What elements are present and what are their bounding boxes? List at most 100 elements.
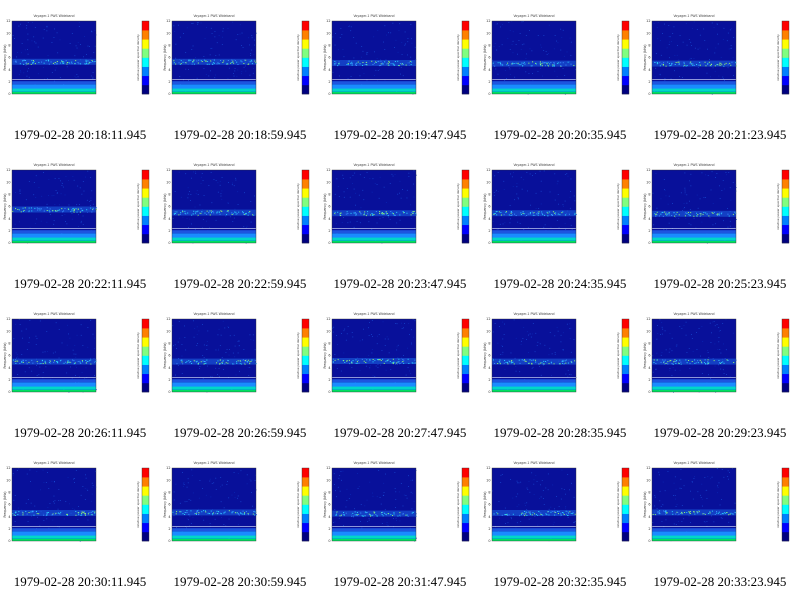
noise-speck	[216, 42, 218, 44]
noise-speck	[684, 189, 686, 191]
emission-point	[356, 512, 358, 513]
noise-speck	[570, 55, 572, 56]
y-tick-label: 0	[8, 390, 10, 394]
noise-speck	[407, 54, 408, 56]
noise-speck	[237, 191, 239, 193]
noise-speck	[380, 503, 382, 505]
noise-speck	[76, 47, 78, 49]
noise-speck	[36, 338, 38, 339]
noise-speck	[551, 353, 553, 355]
noise-speck	[12, 473, 14, 474]
emission-point	[193, 60, 195, 62]
emission-point	[66, 63, 68, 65]
emission-point	[365, 362, 367, 363]
colorbar-label: relative power spectral density	[616, 332, 620, 379]
emission-point	[180, 511, 182, 513]
noise-speck	[21, 330, 23, 332]
timestamp-caption: 1979-02-28 20:20:35.945	[493, 127, 627, 142]
emission-point	[532, 359, 534, 361]
emission-point	[513, 363, 515, 365]
noise-speck	[707, 48, 708, 50]
y-tick-label: 2	[488, 527, 490, 531]
noise-speck	[690, 41, 692, 43]
emission-point	[80, 211, 82, 213]
emission-point	[56, 61, 58, 62]
noise-speck	[334, 193, 336, 195]
noise-speck	[71, 218, 73, 220]
noise-speck	[520, 481, 522, 483]
noise-speck	[382, 321, 384, 323]
noise-speck	[227, 481, 228, 482]
emission-point	[332, 362, 334, 363]
noise-speck	[508, 22, 510, 23]
low-frequency-band	[492, 535, 576, 539]
noise-speck	[237, 473, 239, 474]
emission-point	[175, 513, 177, 515]
noise-speck	[360, 207, 362, 209]
emission-point	[196, 60, 198, 62]
emission-point	[202, 360, 204, 362]
low-frequency-band	[172, 389, 256, 392]
noise-speck	[227, 28, 229, 29]
emission-point	[356, 361, 358, 363]
low-frequency-band	[172, 538, 256, 541]
noise-speck	[231, 494, 233, 496]
emission-point	[68, 62, 70, 64]
emission-point	[369, 514, 371, 516]
timestamp-caption: 1979-02-28 20:19:47.945	[333, 127, 467, 142]
emission-point	[36, 513, 38, 515]
noise-speck	[241, 45, 242, 46]
noise-speck	[36, 218, 38, 220]
noise-speck	[666, 229, 668, 231]
noise-speck	[190, 499, 192, 501]
emission-point	[196, 510, 198, 512]
colorbar-segment	[142, 224, 149, 235]
emission-point	[197, 210, 199, 212]
noise-speck	[688, 348, 690, 349]
emission-point	[560, 65, 562, 67]
noise-speck	[368, 355, 370, 356]
emission-point	[92, 209, 94, 211]
emission-point	[347, 64, 349, 66]
noise-speck	[342, 470, 344, 472]
emission-point	[49, 362, 51, 364]
noise-speck	[362, 50, 364, 52]
emission-point	[554, 511, 556, 513]
colorbar-segment	[142, 364, 149, 375]
noise-speck	[674, 476, 676, 478]
noise-speck	[717, 485, 718, 487]
colorbar-segment	[622, 328, 629, 338]
noise-speck	[371, 334, 372, 335]
emission-point	[180, 359, 182, 361]
emission-point	[565, 64, 567, 66]
colorbar-segment	[622, 48, 629, 58]
emission-point	[57, 209, 59, 211]
noise-speck	[408, 486, 409, 487]
emission-point	[206, 213, 208, 215]
noise-speck	[94, 337, 95, 339]
noise-speck	[689, 200, 690, 202]
noise-speck	[59, 77, 61, 78]
y-tick-label: 8	[328, 44, 330, 48]
noise-speck	[174, 31, 176, 32]
emission-point	[31, 60, 33, 62]
noise-speck	[722, 39, 724, 40]
emission-point	[558, 511, 560, 512]
colorbar-segment	[782, 531, 789, 542]
noise-speck	[250, 339, 252, 340]
noise-speck	[696, 194, 698, 196]
noise-speck	[395, 499, 397, 500]
noise-speck	[84, 488, 86, 489]
emission-point	[201, 61, 203, 62]
y-tick-label: 4	[648, 366, 650, 370]
noise-speck	[562, 349, 564, 351]
noise-speck	[525, 35, 527, 36]
noise-speck	[237, 341, 239, 342]
noise-speck	[55, 322, 57, 324]
emission-point	[569, 511, 571, 513]
noise-speck	[714, 365, 716, 367]
noise-speck	[241, 32, 243, 34]
emission-point	[174, 213, 176, 214]
noise-speck	[222, 320, 224, 322]
emission-point	[236, 512, 238, 514]
